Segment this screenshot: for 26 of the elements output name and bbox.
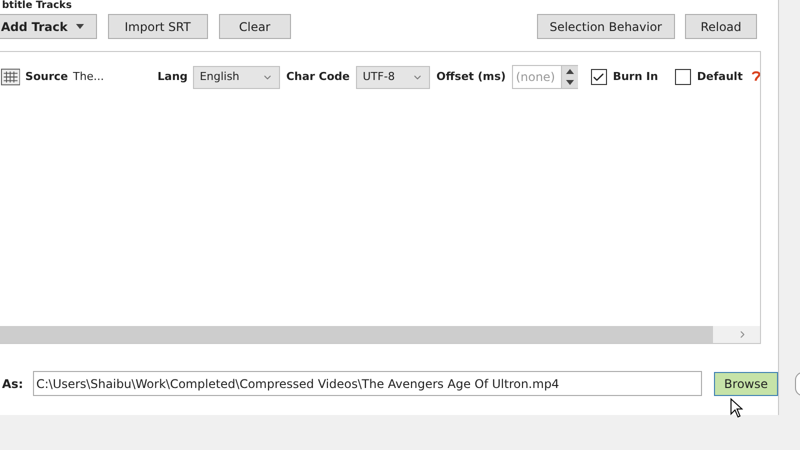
toolbar-button[interactable]: Selection Behavior	[536, 14, 675, 39]
save-path-field[interactable]: C:\Users\Shaibu\Work\Completed\Compressed Videos\The Avengers Age Of Ultron.mp4	[33, 371, 702, 396]
char-code-label: Char Code	[286, 68, 350, 85]
add-track-button[interactable]: Add Track	[0, 14, 97, 39]
spin-down-icon[interactable]	[562, 77, 578, 88]
language-select[interactable]: English	[192, 66, 280, 88]
char-code-select[interactable]: UTF-8	[356, 66, 430, 88]
checkbox[interactable]	[675, 69, 692, 85]
section-title: btitle Tracks	[2, 0, 73, 12]
checkbox-label: Default	[697, 68, 743, 85]
keyboard-icon	[1, 68, 20, 86]
browse-button[interactable]: Browse	[714, 372, 778, 396]
checkbox[interactable]	[590, 69, 607, 85]
toolbar-button[interactable]: Clear	[218, 14, 291, 39]
offset-label: Offset (ms)	[436, 68, 506, 85]
source-label: Source	[25, 68, 68, 85]
source-name: The...	[73, 68, 105, 85]
checkmark-icon	[592, 70, 606, 84]
toolbar-button[interactable]: Reload	[685, 14, 757, 39]
offset-spinner[interactable]: (none)	[512, 65, 578, 89]
spin-up-icon[interactable]	[562, 66, 578, 77]
checkbox-label: Burn In	[612, 68, 658, 85]
save-as-label: As:	[2, 376, 24, 392]
lang-label: Lang	[158, 68, 188, 85]
dropdown-caret-icon	[76, 24, 84, 29]
toolbar-button[interactable]: Import SRT	[108, 14, 208, 39]
